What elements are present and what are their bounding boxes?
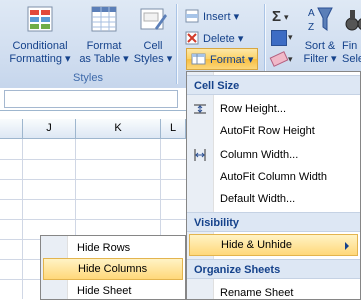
gridline	[0, 179, 190, 180]
menu-item-row-height[interactable]: Row Height...	[187, 98, 360, 120]
conditional-formatting-button[interactable]: Conditional Formatting ▾	[8, 4, 72, 66]
sort-filter-label-1: Sort &	[304, 40, 336, 52]
row-height-label: Row Height...	[220, 103, 287, 115]
format-as-table-button[interactable]: Format as Table ▾	[78, 4, 130, 66]
find-select-button[interactable]: Fin Sele	[342, 4, 361, 66]
section-cell-size: Cell Size	[187, 75, 360, 95]
insert-button[interactable]: Insert ▾	[184, 6, 239, 26]
column-header-k[interactable]: K	[76, 119, 161, 139]
submenu-item-hide-rows[interactable]: Hide Rows	[41, 237, 185, 259]
menu-item-hide-unhide[interactable]: Hide & Unhide	[189, 234, 358, 256]
format-menu: Cell Size Row Height... AutoFit Row Heig…	[186, 71, 361, 300]
group-separator	[176, 4, 178, 84]
format-as-table-label-1: Format	[86, 40, 122, 52]
menu-item-rename-sheet[interactable]: Rename Sheet	[187, 282, 360, 304]
menu-item-default-width[interactable]: Default Width...	[187, 188, 360, 210]
column-header-j[interactable]: J	[23, 119, 76, 139]
gridline	[0, 199, 190, 200]
delete-button[interactable]: Delete ▾	[184, 28, 243, 48]
conditional-formatting-label-2: Formatting ▾	[9, 53, 71, 65]
format-button[interactable]: Format ▾	[186, 48, 258, 70]
insert-cells-icon	[184, 8, 200, 24]
row-height-icon	[192, 101, 208, 117]
format-as-table-icon	[88, 4, 120, 36]
autosum-icon[interactable]: Σ	[272, 8, 281, 25]
submenu-arrow-icon	[345, 242, 349, 250]
menu-item-column-width[interactable]: Column Width...	[187, 144, 360, 166]
format-as-table-label-2: as Table ▾	[79, 53, 129, 65]
gridline	[0, 159, 190, 160]
svg-text:A: A	[308, 8, 315, 19]
submenu-item-hide-sheet[interactable]: Hide Sheet	[41, 280, 185, 302]
cell-styles-button[interactable]: Cell Styles ▾	[132, 4, 174, 66]
rename-sheet-label: Rename Sheet	[220, 287, 294, 299]
binoculars-icon	[342, 4, 361, 36]
cell-styles-icon	[137, 4, 169, 36]
sort-filter-button[interactable]: AZ Sort & Filter ▾	[300, 4, 340, 66]
styles-group: Conditional Formatting ▾ Format as Table…	[2, 0, 174, 86]
svg-text:Z: Z	[308, 22, 314, 33]
find-select-label-2: Sele	[342, 53, 361, 65]
fill-icon[interactable]	[271, 30, 287, 46]
format-label: Format ▾	[210, 53, 254, 66]
section-organize-sheets: Organize Sheets	[187, 259, 360, 279]
clear-icon[interactable]	[269, 51, 289, 67]
fill-dropdown-icon: ▾	[288, 32, 293, 42]
default-width-label: Default Width...	[220, 193, 296, 205]
delete-label: Delete ▾	[203, 32, 244, 45]
menu-item-autofit-row-height[interactable]: AutoFit Row Height	[187, 120, 360, 142]
column-width-label: Column Width...	[220, 149, 299, 161]
autosum-dropdown-icon[interactable]: ▾	[284, 12, 289, 23]
autofit-row-height-label: AutoFit Row Height	[220, 125, 315, 137]
column-header-l[interactable]: L	[161, 119, 186, 139]
hide-columns-label: Hide Columns	[78, 263, 148, 275]
hide-sheet-label: Hide Sheet	[77, 285, 132, 297]
column-width-icon	[192, 147, 208, 163]
sort-filter-label-2: Filter ▾	[303, 53, 337, 65]
find-select-label-1: Fin	[342, 40, 358, 52]
cell-styles-label-1: Cell	[143, 40, 163, 52]
cell-styles-label-2: Styles ▾	[133, 53, 173, 65]
hide-unhide-submenu: Hide Rows Hide Columns Hide Sheet	[40, 235, 186, 300]
conditional-formatting-icon	[24, 4, 56, 36]
formula-bar-input[interactable]	[4, 90, 178, 108]
column-header-i[interactable]	[0, 119, 23, 139]
delete-cells-icon	[184, 30, 200, 46]
hide-rows-label: Hide Rows	[77, 242, 131, 254]
gridline	[0, 219, 190, 220]
hide-unhide-label: Hide & Unhide	[221, 239, 292, 251]
submenu-item-hide-columns[interactable]: Hide Columns	[43, 258, 183, 280]
styles-group-label: Styles	[73, 72, 103, 84]
insert-label: Insert ▾	[203, 10, 240, 23]
section-visibility: Visibility	[187, 212, 360, 232]
conditional-formatting-label-1: Conditional	[12, 40, 68, 52]
clear-dropdown-icon: ▾	[288, 54, 293, 64]
sort-filter-icon: AZ	[304, 4, 336, 36]
menu-item-autofit-column-width[interactable]: AutoFit Column Width	[187, 166, 360, 188]
autofit-column-width-label: AutoFit Column Width	[220, 171, 327, 183]
format-cells-icon	[191, 51, 207, 67]
